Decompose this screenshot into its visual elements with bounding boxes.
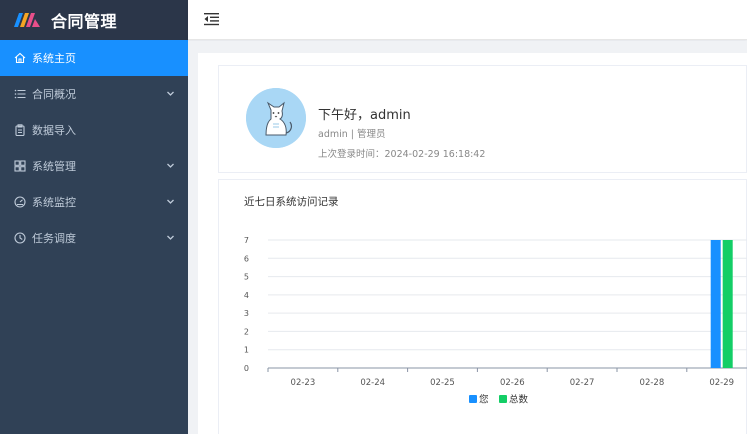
sidebar-menu: 系统主页合同概况数据导入系统管理系统监控任务调度 — [0, 40, 188, 256]
visit-chart-card: 近七日系统访问记录 0 1 2 3 4 5 6 7 02-23 02-24 02-25 02-26 02… — [218, 179, 747, 434]
welcome-card: 下午好，admin admin | 管理员 上次登录时间：2024-02-29 … — [218, 65, 747, 173]
chevron-down-icon — [167, 163, 174, 168]
list-icon — [14, 88, 26, 100]
greeting-text: 下午好，admin — [318, 108, 411, 123]
user-role: admin | 管理员 — [318, 129, 386, 140]
y-tick-label: 7 — [244, 236, 249, 245]
y-tick-label: 3 — [244, 309, 249, 318]
main-content: 下午好，admin admin | 管理员 上次登录时间：2024-02-29 … — [188, 41, 747, 434]
sidebar-item-5[interactable]: 任务调度 — [0, 220, 188, 256]
avatar[interactable] — [246, 88, 306, 148]
x-tick-label: 02-24 — [360, 378, 385, 388]
x-tick-label: 02-23 — [291, 378, 316, 388]
cat-avatar-icon — [246, 88, 306, 148]
sidebar-item-2[interactable]: 数据导入 — [0, 112, 188, 148]
menu-fold-icon[interactable] — [204, 12, 219, 26]
brand[interactable]: 合同管理 — [0, 0, 188, 40]
sidebar-item-3[interactable]: 系统管理 — [0, 148, 188, 184]
dashboard-panel: 下午好，admin admin | 管理员 上次登录时间：2024-02-29 … — [198, 53, 747, 434]
grid-icon — [14, 160, 26, 172]
y-tick-label: 6 — [244, 254, 249, 263]
bar-total — [722, 240, 733, 368]
x-tick-label: 02-25 — [430, 378, 455, 388]
sidebar-item-1[interactable]: 合同概况 — [0, 76, 188, 112]
legend-label: 总数 — [509, 394, 529, 406]
home-icon — [14, 52, 26, 64]
last-login-time: 上次登录时间：2024-02-29 16:18:42 — [318, 149, 486, 160]
y-tick-label: 4 — [244, 291, 249, 300]
sidebar-item-label: 任务调度 — [32, 232, 76, 245]
legend-swatch — [469, 395, 477, 403]
x-tick-label: 02-26 — [500, 378, 525, 388]
sidebar: 合同管理 系统主页合同概况数据导入系统管理系统监控任务调度 — [0, 0, 188, 434]
chevron-down-icon — [167, 199, 174, 204]
x-tick-label: 02-29 — [709, 378, 734, 388]
legend-swatch — [499, 395, 507, 403]
logo-icon — [14, 13, 40, 27]
clock-icon — [14, 232, 26, 244]
bar-you — [710, 240, 721, 368]
app-title: 合同管理 — [51, 12, 118, 31]
sidebar-item-label: 系统管理 — [32, 160, 76, 173]
sidebar-item-0[interactable]: 系统主页 — [0, 40, 188, 76]
chevron-down-icon — [167, 91, 174, 96]
legend-label: 您 — [479, 394, 489, 406]
chevron-down-icon — [167, 235, 174, 240]
sidebar-item-label: 系统监控 — [32, 196, 76, 209]
y-tick-label: 5 — [244, 273, 249, 282]
y-tick-label: 2 — [244, 327, 249, 336]
y-tick-label: 0 — [244, 364, 249, 373]
visit-bar-chart: 0 1 2 3 4 5 6 7 02-23 02-24 02-25 02-26 02-27 02-28 02… — [244, 236, 747, 406]
x-tick-label: 02-28 — [640, 378, 665, 388]
sidebar-item-4[interactable]: 系统监控 — [0, 184, 188, 220]
sidebar-item-label: 合同概况 — [32, 88, 76, 101]
gauge-icon — [14, 196, 26, 208]
sidebar-item-label: 系统主页 — [32, 52, 76, 65]
sidebar-item-label: 数据导入 — [32, 124, 76, 137]
x-tick-label: 02-27 — [570, 378, 595, 388]
y-tick-label: 1 — [244, 346, 249, 355]
top-navbar — [188, 0, 747, 40]
clipboard-icon — [14, 124, 26, 136]
